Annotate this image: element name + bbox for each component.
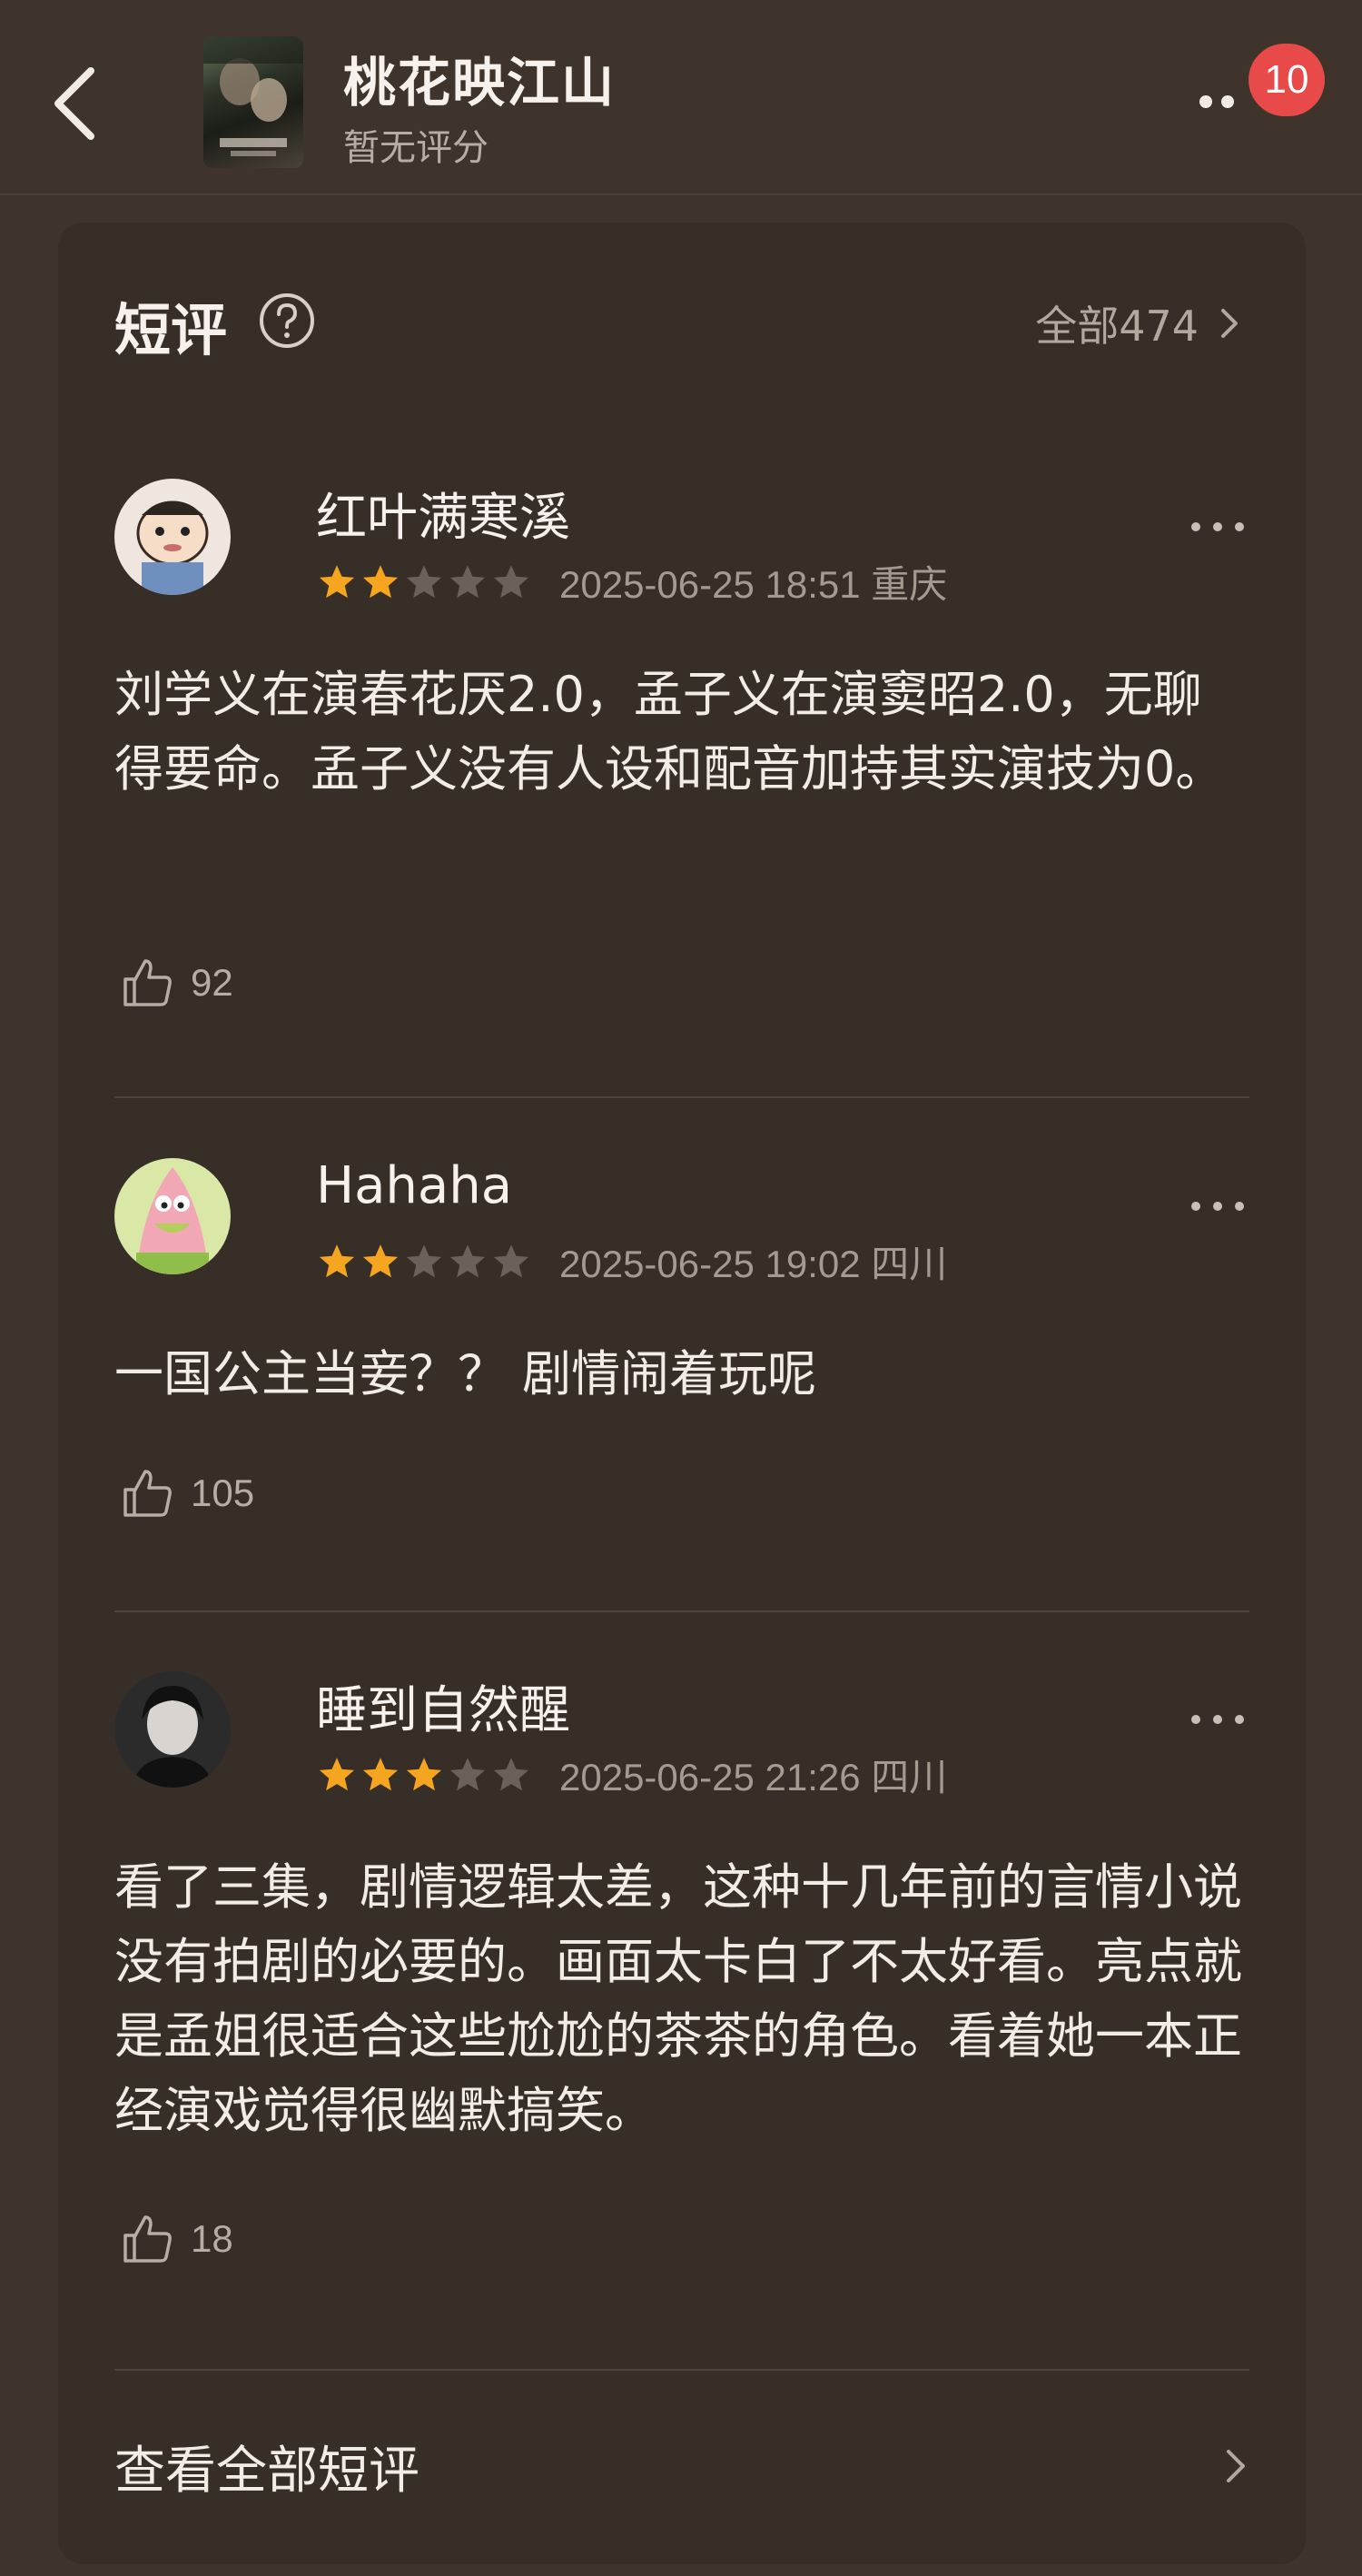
star-icon — [493, 565, 529, 599]
star-icon — [493, 1758, 529, 1791]
thumbs-up-icon — [123, 1470, 172, 1517]
more-dots-icon — [1191, 522, 1244, 531]
drama-title: 桃花映江山 — [343, 52, 617, 114]
view-all-label: 查看全部短评 — [114, 2441, 419, 2501]
review-meta: 2025-06-25 21:26 四川 — [559, 1747, 947, 1802]
star-icon — [406, 565, 442, 599]
avatar[interactable] — [114, 479, 231, 595]
rating-status: 暂无评分 — [343, 127, 489, 169]
review-meta: 2025-06-25 19:02 四川 — [559, 1234, 947, 1289]
more-dots-icon — [1191, 1202, 1244, 1211]
star-icon — [406, 1244, 442, 1278]
chevron-right-icon — [1221, 309, 1238, 338]
like-button[interactable]: 18 — [120, 2212, 233, 2266]
short-reviews-card: 短评 全部474 红叶满寒溪 2025-06-25 18:51 重庆 刘学义在演… — [58, 223, 1306, 2564]
view-all-reviews-link[interactable]: 查看全部短评 — [114, 2430, 1249, 2502]
star-icon — [362, 1244, 399, 1278]
star-icon — [449, 1758, 486, 1791]
star-rating — [316, 562, 532, 602]
star-icon — [406, 1758, 442, 1791]
help-button[interactable] — [258, 292, 316, 350]
more-dots-icon — [1191, 1715, 1244, 1724]
avatar-image — [114, 1158, 231, 1274]
star-icon — [493, 1244, 529, 1278]
avatar[interactable] — [114, 1158, 231, 1274]
username[interactable]: Hahaha — [316, 1156, 512, 1215]
top-bar: 桃花映江山 暂无评分 10 — [0, 0, 1362, 195]
all-reviews-link[interactable]: 全部474 — [1035, 293, 1240, 353]
username[interactable]: 红叶满寒溪 — [316, 477, 570, 550]
review-more-button[interactable] — [1186, 1193, 1249, 1220]
back-button[interactable] — [45, 56, 109, 147]
username[interactable]: 睡到自然醒 — [316, 1669, 570, 1743]
notification-badge: 10 — [1248, 44, 1325, 116]
header-divider — [0, 193, 1362, 195]
star-icon — [362, 565, 399, 599]
review-divider — [114, 2369, 1249, 2371]
thumbs-up-icon — [123, 2215, 172, 2263]
star-rating — [316, 1242, 532, 1282]
review-text: 一国公主当妾？？ 剧情闹着玩呢 — [114, 1345, 817, 1402]
like-count: 18 — [191, 2217, 233, 2260]
avatar[interactable] — [114, 1671, 231, 1788]
like-button[interactable]: 105 — [120, 1466, 254, 1521]
star-icon — [319, 565, 355, 599]
section-title: 短评 — [114, 297, 228, 363]
avatar-image — [114, 479, 231, 595]
review-location: 四川 — [871, 1756, 948, 1798]
review-more-button[interactable] — [1186, 1706, 1249, 1733]
star-icon — [319, 1758, 355, 1791]
poster-image — [203, 36, 303, 156]
star-icon — [362, 1758, 399, 1791]
review-text: 刘学义在演春花厌2.0，孟子义在演窦昭2.0，无聊得要命。孟子义没有人设和配音加… — [114, 666, 1225, 798]
review-datetime: 2025-06-25 19:02 — [559, 1243, 861, 1285]
thumbs-up-icon — [123, 959, 172, 1006]
avatar-image — [114, 1671, 231, 1788]
review-datetime: 2025-06-25 21:26 — [559, 1756, 861, 1798]
like-count: 105 — [191, 1471, 255, 1514]
star-icon — [449, 565, 486, 599]
star-rating — [316, 1755, 532, 1795]
review-location: 四川 — [871, 1243, 948, 1285]
back-arrow-icon — [54, 67, 94, 140]
drama-poster[interactable] — [203, 36, 303, 168]
all-reviews-label: 全部474 — [1035, 302, 1199, 351]
review-text: 看了三集，剧情逻辑太差，这种十几年前的言情小说没有拍剧的必要的。画面太卡白了不太… — [114, 1858, 1242, 2139]
review-divider — [114, 1096, 1249, 1098]
star-icon — [449, 1244, 486, 1278]
review-divider — [114, 1610, 1249, 1612]
chevron-right-icon — [1227, 2450, 1245, 2482]
like-button[interactable]: 92 — [120, 956, 233, 1010]
review-location: 重庆 — [871, 563, 948, 606]
help-circle-icon — [260, 293, 314, 348]
review-meta: 2025-06-25 18:51 重庆 — [559, 554, 947, 609]
like-count: 92 — [191, 961, 233, 1004]
review-more-button[interactable] — [1186, 513, 1249, 540]
star-icon — [319, 1244, 355, 1278]
review-datetime: 2025-06-25 18:51 — [559, 563, 861, 606]
